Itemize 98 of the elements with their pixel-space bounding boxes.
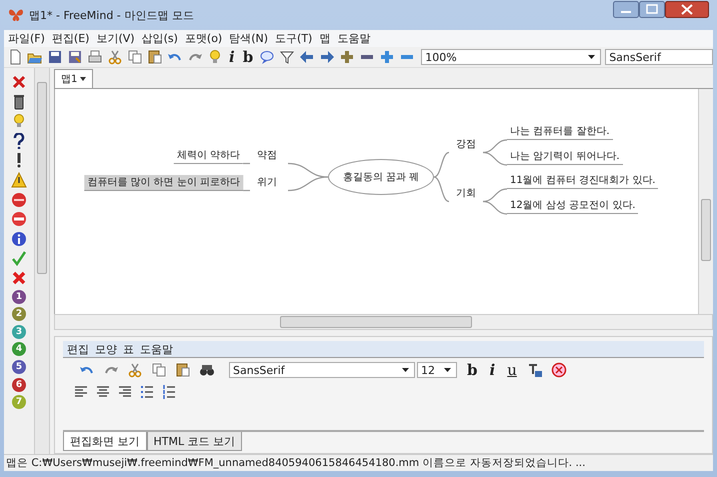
priority-icon[interactable]: 6 [12, 378, 26, 392]
menu-item[interactable]: 포맷(o) [184, 31, 222, 46]
caret-icon [80, 77, 86, 81]
font-dropdown[interactable]: SansSerif [229, 362, 415, 378]
scrollbar[interactable] [34, 68, 50, 454]
priority-icon[interactable]: 5 [12, 360, 26, 374]
menu-item[interactable]: 탐색(N) [229, 31, 268, 46]
numbered-list-icon[interactable] [161, 384, 177, 400]
connector-line [482, 152, 508, 166]
leaf-node[interactable]: 나는 컴퓨터를 잘한다. [507, 124, 613, 140]
scroll-thumb[interactable] [701, 199, 711, 261]
caret-icon [444, 368, 451, 372]
leaf-node[interactable]: 나는 암기력이 뛰어나다. [507, 149, 623, 165]
leaf-node[interactable]: 컴퓨터를 많이 하면 눈이 피로하다 [84, 174, 243, 190]
butterfly-icon [8, 8, 24, 22]
save-as-icon[interactable] [67, 49, 83, 65]
print-icon[interactable] [87, 49, 103, 65]
filter-icon[interactable] [279, 49, 296, 65]
scroll-thumb[interactable] [280, 316, 472, 328]
priority-icon[interactable]: 2 [12, 307, 26, 322]
copy-icon[interactable] [151, 362, 167, 378]
status-text: 맵은 C:₩Users₩museji₩.freemind₩FM_unnamed8405940615846454180.mm 이름으로 자동저장되었습니다. ... [4, 454, 713, 471]
connector-line [434, 176, 450, 202]
menu-item[interactable]: 보기(V) [96, 31, 135, 46]
paste-icon[interactable] [147, 49, 163, 65]
italic-button[interactable]: i [488, 362, 498, 378]
connector-line [482, 188, 508, 202]
menu-item[interactable]: 도움말 [337, 31, 370, 46]
underline-button[interactable]: u [505, 362, 519, 378]
menu-item[interactable]: 편집 [67, 342, 89, 356]
menu-item[interactable]: 파일(F) [8, 31, 45, 46]
copy-icon[interactable] [127, 49, 143, 65]
italic-button[interactable]: i [227, 49, 237, 65]
menu-item[interactable]: 모양 [95, 342, 117, 356]
no-entry-icon[interactable] [11, 211, 27, 228]
lightbulb-icon[interactable] [207, 49, 223, 65]
align-center-icon[interactable] [95, 384, 111, 400]
minimize-icon[interactable] [613, 1, 639, 18]
priority-icon[interactable]: 4 [12, 342, 26, 356]
connector-line [482, 139, 508, 154]
leaf-node[interactable]: 12월에 삼성 공모전이 있다. [507, 198, 638, 214]
scrollbar[interactable] [54, 314, 713, 330]
menu-item[interactable]: 맵 [319, 31, 330, 46]
leaf-node[interactable]: 체력이 약하다 [174, 148, 243, 164]
menu-item[interactable]: 편집(E) [52, 31, 90, 46]
window-title: 맵1* - FreeMind - 마인드맵 모드 [29, 8, 194, 22]
branch-node[interactable]: 강점 [449, 136, 483, 152]
scroll-thumb[interactable] [37, 82, 47, 274]
close-icon[interactable] [665, 1, 709, 18]
menu-item[interactable]: 도구(T) [275, 31, 312, 46]
arrow-left-icon[interactable] [299, 49, 316, 65]
trash-icon[interactable] [11, 94, 27, 110]
align-right-icon[interactable] [117, 384, 133, 400]
warning-icon[interactable] [11, 172, 27, 188]
caret-icon [588, 55, 596, 59]
menu-item[interactable]: 삽입(s) [142, 31, 178, 46]
bullet-list-icon[interactable] [139, 384, 155, 400]
menu-item[interactable]: 표 [123, 342, 134, 356]
check-icon[interactable] [11, 250, 27, 266]
speech-bubble-icon[interactable] [259, 49, 276, 65]
branch-node[interactable]: 위기 [250, 174, 284, 190]
maximize-icon[interactable] [639, 1, 665, 18]
plus-icon[interactable] [339, 49, 356, 65]
bold-button[interactable]: b [465, 362, 480, 378]
text-color-icon[interactable] [526, 362, 543, 378]
connector-line [434, 152, 450, 178]
bold-button[interactable]: b [240, 49, 256, 65]
map-tab[interactable]: 맵1 [54, 69, 94, 88]
branch-node[interactable]: 약점 [250, 148, 284, 164]
binoculars-icon[interactable] [199, 362, 215, 378]
menu-item[interactable]: 도움말 [140, 342, 173, 356]
plus-icon[interactable] [379, 49, 396, 65]
root-node[interactable]: 홍길동의 꿈과 꿰 [328, 159, 434, 195]
connector-line [288, 176, 328, 192]
font-size-dropdown[interactable]: 12 [417, 362, 457, 378]
question-mark-icon[interactable] [11, 132, 27, 149]
view-tab[interactable]: HTML 코드 보기 [146, 432, 242, 451]
clear-format-icon[interactable] [550, 362, 567, 378]
align-left-icon[interactable] [73, 384, 89, 400]
zoom-dropdown[interactable]: 100% [421, 49, 602, 65]
font-dropdown[interactable]: SansSerif [605, 49, 713, 65]
stop-icon[interactable] [11, 192, 27, 208]
branch-node[interactable]: 기회 [449, 186, 483, 202]
cross-icon[interactable] [11, 270, 27, 286]
view-tab[interactable]: 편집화면 보기 [63, 432, 146, 451]
arrow-right-icon[interactable] [319, 49, 336, 65]
priority-icon[interactable]: 1 [12, 290, 26, 304]
paste-icon[interactable] [175, 362, 191, 378]
remove-icon[interactable] [11, 74, 27, 90]
scrollbar[interactable] [698, 89, 713, 314]
save-icon[interactable] [47, 49, 63, 65]
cut-icon[interactable] [127, 362, 143, 378]
connector-line [482, 200, 508, 215]
info-icon[interactable] [11, 230, 27, 247]
cut-icon[interactable] [107, 49, 123, 65]
connector-line [243, 162, 250, 164]
leaf-node[interactable]: 11월에 컴퓨터 경진대회가 있다. [507, 173, 658, 189]
caret-icon [402, 368, 409, 372]
